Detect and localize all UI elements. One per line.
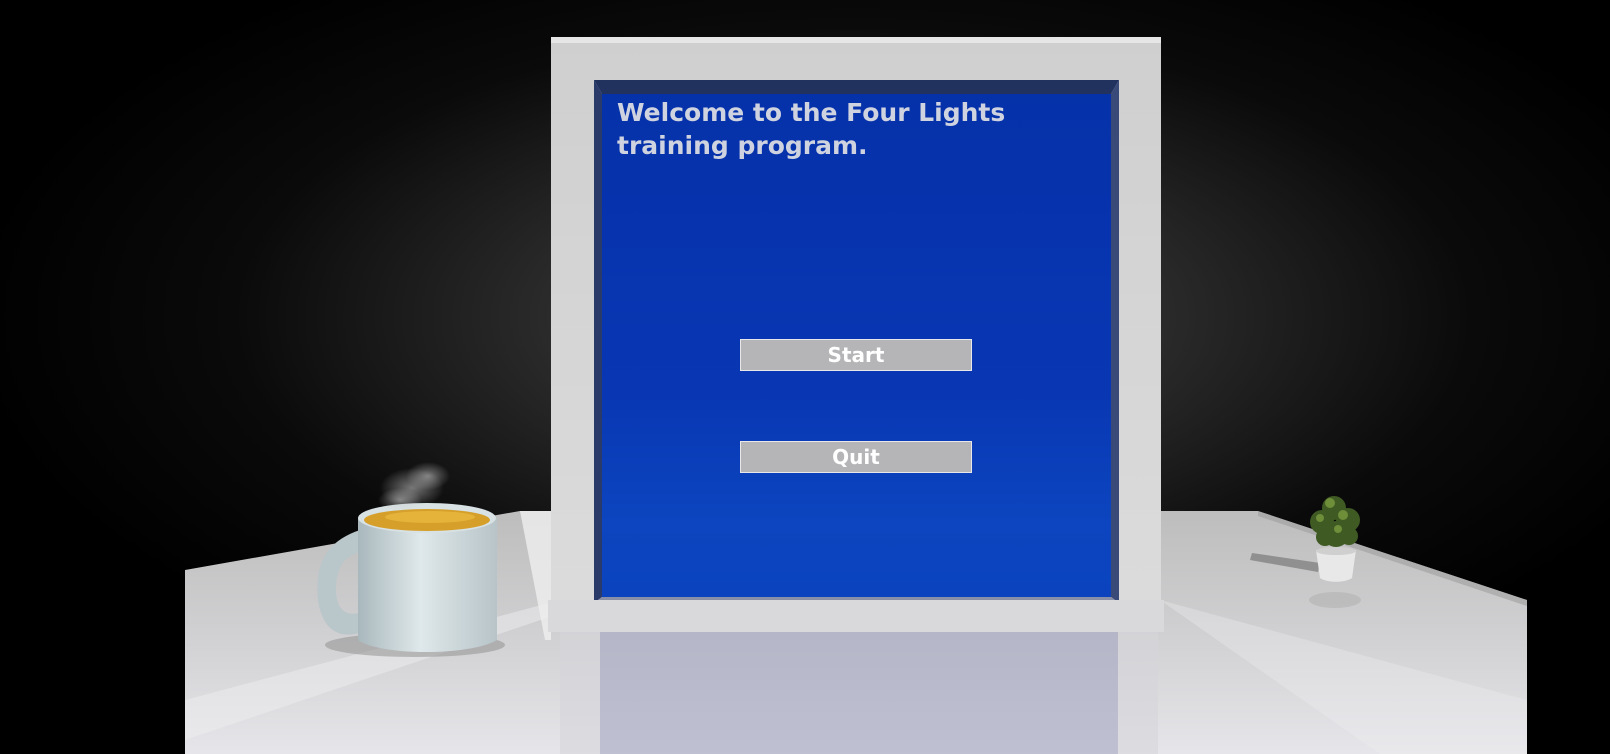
welcome-title: Welcome to the Four Lights training prog… xyxy=(617,98,1006,160)
quit-button[interactable]: Quit xyxy=(740,441,972,473)
start-button[interactable]: Start xyxy=(740,339,972,371)
monitor-screen: Welcome to the Four Lights training prog… xyxy=(602,94,1111,597)
